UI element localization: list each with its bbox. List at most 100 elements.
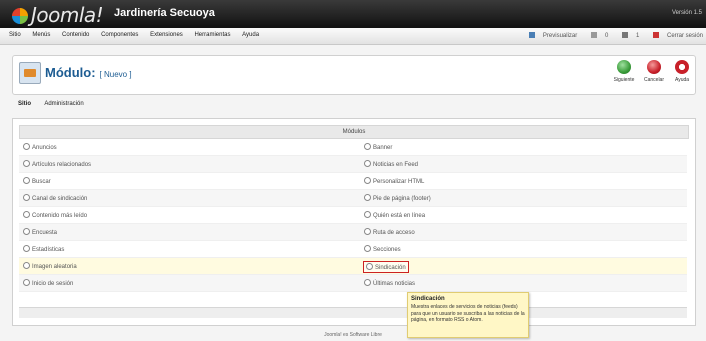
table-row: Estadísticas Secciones <box>19 241 687 258</box>
module-option-label: Pie de página (footer) <box>373 196 431 202</box>
table-row: Canal de sindicación Pie de página (foot… <box>19 190 687 207</box>
module-option-label: Canal de sindicación <box>32 196 88 202</box>
module-option[interactable]: Estadísticas <box>23 245 64 253</box>
preview-icon <box>528 32 535 38</box>
page-title-text: Módulo: <box>45 65 96 80</box>
radio-icon <box>23 143 30 150</box>
table-row: Artículos relacionados Noticias en Feed <box>19 156 687 173</box>
module-option[interactable]: Contenido más leído <box>23 211 87 219</box>
module-option[interactable]: Encuesta <box>23 228 57 236</box>
module-option-label: Banner <box>373 145 393 151</box>
table-row: Buscar Personalizar HTML <box>19 173 687 190</box>
module-type-table: Módulos Anuncios Banner Artículos relaci… <box>12 118 696 326</box>
menu-item-content[interactable]: Contenido <box>62 32 89 38</box>
page-title: Módulo:[ Nuevo ] <box>45 65 132 80</box>
joomla-logo-icon <box>12 8 28 24</box>
module-option[interactable]: Pie de página (footer) <box>364 194 431 202</box>
messages-link[interactable]: 0 <box>585 32 609 39</box>
users-link[interactable]: 1 <box>616 32 639 39</box>
menu-item-menus[interactable]: Menús <box>32 32 50 38</box>
user-icon <box>621 32 628 38</box>
radio-icon <box>364 194 371 201</box>
next-label: Siguiente <box>613 77 635 83</box>
radio-icon <box>23 194 30 201</box>
radio-icon <box>364 279 371 286</box>
next-icon <box>617 60 631 74</box>
logout-link[interactable]: Cerrar sesión <box>647 32 703 39</box>
status-area: Previsualizar 0 1 Cerrar sesión <box>517 32 703 39</box>
module-option-label: Contenido más leído <box>32 213 88 219</box>
module-option-label: Noticias en Feed <box>373 162 419 168</box>
tooltip-body: Muestra enlaces de servicios de noticias… <box>411 304 525 323</box>
help-button[interactable]: Ayuda <box>669 60 695 83</box>
cancel-icon <box>647 60 661 74</box>
module-option-label: Quién está en línea <box>373 213 426 219</box>
menu-item-extensions[interactable]: Extensiones <box>150 32 183 38</box>
module-option[interactable]: Noticias en Feed <box>364 160 418 168</box>
logout-icon <box>652 32 659 38</box>
tab-administration[interactable]: Administración <box>44 101 83 107</box>
table-row: Imagen aleatoria Sindicación <box>19 258 687 275</box>
table-footer <box>19 307 687 318</box>
module-option[interactable]: Últimas noticias <box>364 279 415 287</box>
module-option[interactable]: Secciones <box>364 245 401 253</box>
toolbar-box: Módulo:[ Nuevo ] Siguiente Cancelar Ayud… <box>12 55 696 95</box>
table-header: Módulos <box>19 125 689 139</box>
mail-icon <box>590 32 597 38</box>
help-icon <box>675 60 689 74</box>
module-option[interactable]: Personalizar HTML <box>364 177 424 185</box>
radio-icon <box>364 177 371 184</box>
joomla-logo: Joomla! <box>12 3 104 27</box>
radio-icon <box>364 211 371 218</box>
module-option[interactable]: Banner <box>364 143 392 151</box>
table-row: Anuncios Banner <box>19 139 687 156</box>
radio-icon <box>23 245 30 252</box>
module-option[interactable]: Anuncios <box>23 143 57 151</box>
messages-count: 0 <box>604 33 609 39</box>
module-option-label: Artículos relacionados <box>32 162 92 168</box>
module-option[interactable]: Quién está en línea <box>364 211 425 219</box>
module-option[interactable]: Artículos relacionados <box>23 160 91 168</box>
radio-icon <box>23 160 30 167</box>
module-option[interactable]: Imagen aleatoria <box>23 262 77 270</box>
tab-site[interactable]: Sitio <box>18 101 31 107</box>
module-option-label: Sindicación <box>375 265 406 271</box>
module-option-label: Buscar <box>32 179 51 185</box>
module-option-label: Secciones <box>373 247 401 253</box>
next-button[interactable]: Siguiente <box>611 60 637 83</box>
radio-icon <box>23 279 30 286</box>
module-option[interactable]: Ruta de acceso <box>364 228 415 236</box>
cancel-button[interactable]: Cancelar <box>641 60 667 83</box>
module-option-selected[interactable]: Sindicación <box>363 261 409 273</box>
module-option-label: Últimas noticias <box>373 281 416 287</box>
radio-icon <box>364 245 371 252</box>
menu-items: Sitio Menús Contenido Componentes Extens… <box>4 32 264 38</box>
module-option[interactable]: Inicio de sesión <box>23 279 73 287</box>
preview-link[interactable]: Previsualizar <box>523 32 578 39</box>
table-row: Encuesta Ruta de acceso <box>19 224 687 241</box>
logout-label: Cerrar sesión <box>666 33 703 39</box>
menu-item-site[interactable]: Sitio <box>9 32 21 38</box>
site-title: Jardinería Secuoya <box>114 7 215 19</box>
table-row: Inicio de sesión Últimas noticias <box>19 275 687 292</box>
radio-icon <box>364 228 371 235</box>
module-option-label: Personalizar HTML <box>373 179 425 185</box>
preview-label: Previsualizar <box>542 33 578 39</box>
radio-icon <box>364 160 371 167</box>
radio-icon <box>364 143 371 150</box>
tooltip-title: Sindicación <box>411 296 445 302</box>
menu-item-components[interactable]: Componentes <box>101 32 138 38</box>
menu-item-tools[interactable]: Herramientas <box>194 32 230 38</box>
page-subtitle: [ Nuevo ] <box>99 70 132 79</box>
top-header: Joomla! Jardinería Secuoya Versión 1.5 <box>0 0 706 28</box>
module-option[interactable]: Canal de sindicación <box>23 194 87 202</box>
version-label: Versión 1.5 <box>671 10 702 16</box>
cancel-label: Cancelar <box>643 77 664 83</box>
logo-text: Joomla! <box>31 3 104 27</box>
radio-icon <box>366 263 373 270</box>
menu-item-help[interactable]: Ayuda <box>242 32 259 38</box>
module-option[interactable]: Buscar <box>23 177 51 185</box>
module-option-label: Ruta de acceso <box>373 230 415 236</box>
radio-icon <box>23 211 30 218</box>
help-label: Ayuda <box>674 77 690 83</box>
